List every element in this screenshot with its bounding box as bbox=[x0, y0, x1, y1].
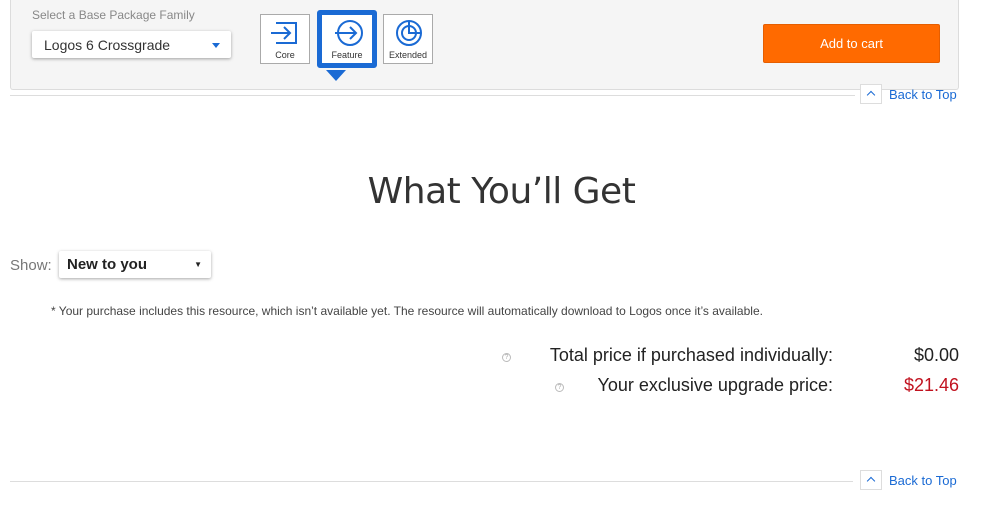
back-to-top-link[interactable]: Back to Top bbox=[860, 84, 957, 104]
tier-core-button[interactable]: Core bbox=[260, 14, 310, 64]
back-to-top-label: Back to Top bbox=[889, 86, 957, 102]
info-icon[interactable]: ? bbox=[555, 383, 564, 392]
divider bbox=[10, 95, 855, 96]
divider bbox=[10, 481, 853, 482]
tier-core-label: Core bbox=[275, 50, 295, 60]
back-to-top-label: Back to Top bbox=[889, 472, 957, 488]
package-family-label: Select a Base Package Family bbox=[32, 8, 195, 22]
chevron-up-icon bbox=[860, 470, 882, 490]
add-to-cart-button[interactable]: Add to cart bbox=[763, 24, 940, 63]
upgrade-price-label: Your exclusive upgrade price: bbox=[597, 375, 833, 395]
tier-feature-button[interactable]: Feature bbox=[317, 10, 377, 68]
package-family-select[interactable]: Logos 6 Crossgrade bbox=[32, 31, 231, 58]
show-filter-value: New to you bbox=[67, 256, 148, 273]
arrow-circle-icon bbox=[335, 20, 363, 46]
section-title: What You’ll Get bbox=[367, 171, 636, 212]
individual-price-row: ? Total price if purchased individually:… bbox=[500, 345, 959, 369]
show-filter-select[interactable]: New to you ▼ bbox=[59, 251, 211, 278]
show-filter-label: Show: bbox=[10, 257, 52, 274]
tier-extended-label: Extended bbox=[388, 50, 428, 60]
upgrade-price-row: ? Your exclusive upgrade price: $21.46 bbox=[500, 375, 959, 399]
package-selector-panel: Select a Base Package Family Logos 6 Cro… bbox=[10, 0, 959, 90]
chevron-up-icon bbox=[860, 84, 882, 104]
tier-feature-label: Feature bbox=[331, 50, 363, 60]
individual-price-value: $0.00 bbox=[913, 345, 959, 365]
selected-tier-pointer bbox=[326, 70, 346, 81]
package-family-value: Logos 6 Crossgrade bbox=[44, 37, 171, 53]
tier-extended-button[interactable]: Extended bbox=[383, 14, 433, 64]
arrow-into-box-icon bbox=[271, 22, 297, 44]
individual-price-label: Total price if purchased individually: bbox=[549, 345, 833, 365]
chevron-down-icon bbox=[212, 43, 220, 48]
info-icon[interactable]: ? bbox=[502, 353, 511, 362]
pie-circle-icon bbox=[396, 20, 422, 46]
upgrade-price-value: $21.46 bbox=[903, 375, 959, 395]
availability-note: * Your purchase includes this resource, … bbox=[51, 304, 763, 318]
triangle-down-icon: ▼ bbox=[194, 260, 202, 269]
back-to-top-link[interactable]: Back to Top bbox=[860, 470, 957, 490]
